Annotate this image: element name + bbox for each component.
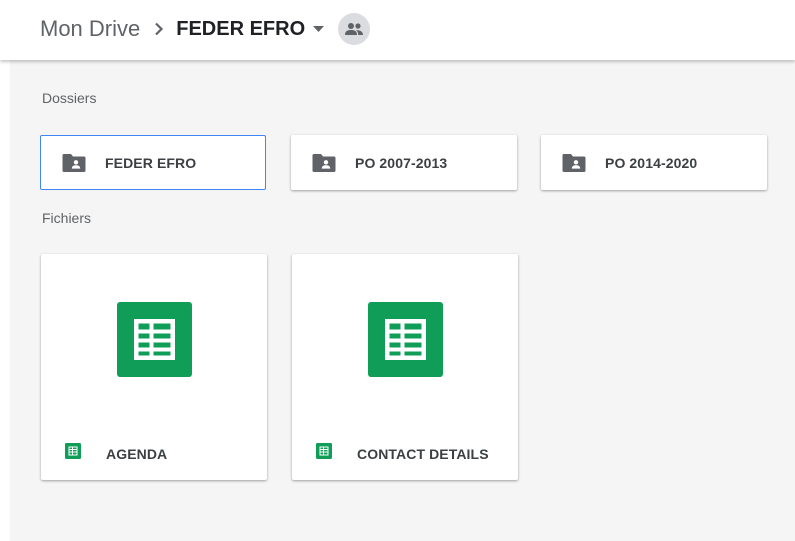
- google-sheets-icon: [65, 443, 81, 464]
- shared-folder-icon: [562, 153, 586, 173]
- file-footer: AGENDA: [65, 443, 167, 464]
- people-icon[interactable]: [338, 13, 371, 45]
- file-card-contact-details[interactable]: CONTACT DETAILS: [292, 254, 518, 480]
- current-folder-name: FEDER EFRO: [176, 17, 306, 40]
- folder-card-feder-efro[interactable]: FEDER EFRO: [40, 135, 266, 190]
- google-sheets-icon: [316, 443, 332, 464]
- google-sheets-icon: [117, 302, 192, 382]
- folder-card-po-2014-2020[interactable]: PO 2014-2020: [541, 135, 767, 190]
- chevron-right-icon: [154, 22, 164, 36]
- folder-name: PO 2014-2020: [605, 154, 698, 171]
- top-bar: Mon Drive FEDER EFRO: [0, 0, 795, 60]
- shared-folder-icon: [62, 153, 86, 173]
- file-name: CONTACT DETAILS: [357, 445, 489, 462]
- shared-folder-icon: [312, 153, 336, 173]
- breadcrumb: Mon Drive FEDER EFRO: [40, 0, 371, 58]
- folder-name: PO 2007-2013: [355, 154, 448, 171]
- folder-card-po-2007-2013[interactable]: PO 2007-2013: [291, 135, 517, 190]
- google-sheets-icon: [368, 302, 443, 382]
- file-card-agenda[interactable]: AGENDA: [41, 254, 267, 480]
- breadcrumb-current-folder[interactable]: FEDER EFRO: [176, 17, 325, 41]
- breadcrumb-root-my-drive[interactable]: Mon Drive: [40, 16, 140, 42]
- file-footer: CONTACT DETAILS: [316, 443, 489, 464]
- folders-section-label: Dossiers: [42, 90, 97, 106]
- files-section-label: Fichiers: [42, 210, 92, 226]
- file-name: AGENDA: [106, 445, 168, 462]
- content-area: Dossiers FEDER EFRO PO 2007-2013 PO 2014…: [10, 60, 795, 541]
- folder-name: FEDER EFRO: [105, 154, 197, 171]
- caret-down-icon: [313, 26, 325, 32]
